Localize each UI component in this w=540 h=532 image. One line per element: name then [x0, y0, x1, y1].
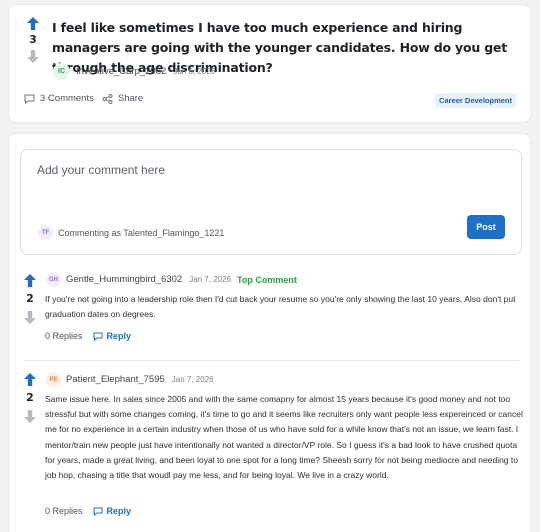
avatar: TF	[38, 225, 53, 240]
comment-author[interactable]: Patient_Elephant_7595	[66, 374, 165, 385]
comment-vote-count: 2	[26, 391, 34, 404]
comment: 2 GH Gentle_Hummingbird_6302 Jan 7, 2026…	[9, 264, 532, 354]
comments-card: Add your comment here TF Commenting as T…	[8, 133, 531, 532]
avatar: PE	[46, 372, 61, 387]
reply-button[interactable]: Reply	[93, 506, 132, 516]
arrow-down-icon[interactable]	[27, 50, 39, 63]
post-actions: 3 Comments Share	[24, 93, 151, 104]
comment: 2 PE Patient_Elephant_7595 Jan 7, 2026 S…	[9, 369, 532, 529]
comments-label: 3 Comments	[40, 93, 94, 104]
reply-label: Reply	[106, 506, 132, 516]
commenting-as-label: Commenting as Talented_Flamingo_1221	[58, 227, 225, 238]
comment-editor[interactable]: Add your comment here TF Commenting as T…	[20, 149, 522, 255]
comment-header: PE Patient_Elephant_7595 Jan 7, 2026	[46, 372, 214, 387]
comment-actions: 0 Replies Reply	[45, 331, 131, 341]
comment-icon	[24, 94, 35, 104]
reply-icon	[93, 507, 103, 516]
divider	[24, 360, 519, 361]
comments-button[interactable]: 3 Comments	[24, 93, 94, 104]
comment-author[interactable]: Gentle_Hummingbird_6302	[66, 274, 182, 285]
share-label: Share	[117, 93, 144, 104]
post-card: 3 I feel like sometimes I have too much …	[8, 4, 531, 123]
comment-vote: 2	[22, 373, 38, 423]
arrow-down-icon[interactable]	[24, 410, 36, 423]
comment-body: Same issue here. In sales since 2005 and…	[45, 394, 523, 481]
reply-icon	[93, 332, 103, 341]
arrow-up-icon[interactable]	[27, 17, 39, 30]
arrow-down-icon[interactable]	[24, 311, 36, 324]
share-icon	[102, 93, 113, 104]
top-comment-badge: Top Comment	[237, 274, 297, 285]
comment-header: GH Gentle_Hummingbird_6302 Jan 7, 2026 T…	[46, 272, 297, 287]
reply-button[interactable]: Reply	[93, 331, 132, 341]
post-vote-count: 3	[29, 33, 37, 46]
post-date: Jan 6, 2026	[173, 67, 216, 76]
arrow-up-icon[interactable]	[24, 274, 36, 287]
comment-actions: 0 Replies Reply	[45, 506, 131, 516]
reply-label: Reply	[106, 331, 132, 341]
avatar: IC	[53, 63, 70, 80]
tag-career-development[interactable]: Career Development	[435, 93, 516, 108]
comment-input-placeholder[interactable]: Add your comment here	[37, 163, 165, 177]
replies-count[interactable]: 0 Replies	[45, 331, 83, 341]
commenting-as: TF Commenting as Talented_Flamingo_1221	[38, 225, 224, 240]
arrow-up-icon[interactable]	[24, 373, 36, 386]
comment-date: Jan 7, 2026	[171, 375, 214, 384]
post-button[interactable]: Post	[467, 215, 505, 239]
avatar: GH	[46, 272, 61, 287]
post-meta: IC Inventive_Carp_2982 Jan 6, 2026	[53, 63, 215, 80]
post-author[interactable]: Inventive_Carp_2982	[76, 66, 166, 77]
comment-vote: 2	[22, 274, 38, 324]
comment-body: If you're not going into a leadership ro…	[45, 294, 516, 320]
replies-count[interactable]: 0 Replies	[45, 506, 83, 516]
comment-vote-count: 2	[26, 292, 34, 305]
share-button[interactable]: Share	[102, 93, 143, 104]
post-vote: 3	[25, 17, 41, 63]
comment-date: Jan 7, 2026	[189, 275, 231, 284]
